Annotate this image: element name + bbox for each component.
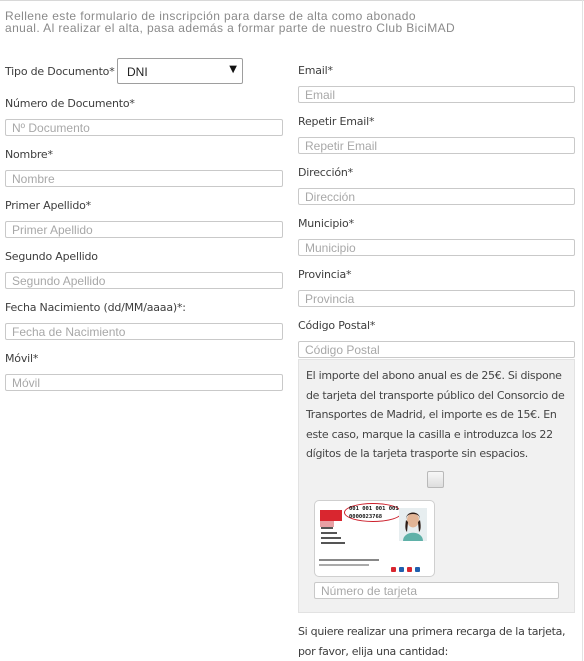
card-logo-icon — [320, 510, 342, 521]
card-number-line-1: 001 001 001 001 — [349, 506, 399, 512]
tipo-documento-label: Tipo de Documento* — [5, 65, 115, 78]
transport-card-info: El importe del abono anual es de 25€. Si… — [306, 369, 565, 460]
transport-card-image: 001 001 001 001 0000023768 — [314, 500, 435, 577]
card-text-line — [321, 532, 337, 534]
primer-apellido-label: Primer Apellido* — [5, 199, 91, 212]
nombre-label: Nombre* — [5, 148, 53, 161]
provincia-label: Provincia* — [298, 268, 352, 281]
email-input[interactable] — [298, 86, 575, 103]
codigo-postal-label: Código Postal* — [298, 319, 376, 332]
municipio-input[interactable] — [298, 239, 575, 256]
codigo-postal-input[interactable] — [298, 341, 575, 358]
card-number-input[interactable] — [314, 582, 559, 599]
municipio-label: Municipio* — [298, 217, 354, 230]
direccion-label: Dirección* — [298, 166, 353, 179]
fecha-nacimiento-input[interactable] — [5, 323, 283, 340]
chevron-down-icon: ▼ — [229, 64, 237, 75]
top-divider — [0, 0, 584, 1]
repetir-email-input[interactable] — [298, 137, 575, 154]
movil-input[interactable] — [5, 374, 283, 391]
fecha-nacimiento-label: Fecha Nacimiento (dd/MM/aaaa)*: — [5, 301, 186, 314]
card-mini-logo — [415, 567, 420, 572]
repetir-email-label: Repetir Email* — [298, 115, 375, 128]
card-text-line — [321, 542, 345, 544]
intro-text: Rellene este formulario de inscripción p… — [5, 10, 565, 34]
email-label: Email* — [298, 64, 333, 77]
numero-documento-label: Número de Documento* — [5, 97, 135, 110]
movil-label: Móvil* — [5, 352, 39, 365]
numero-documento-input[interactable] — [5, 119, 283, 136]
provincia-input[interactable] — [298, 290, 575, 307]
tipo-documento-select[interactable]: DNI ▼ — [117, 58, 243, 84]
card-text-line — [321, 527, 333, 529]
primer-apellido-input[interactable] — [5, 221, 283, 238]
tipo-documento-value: DNI — [127, 65, 148, 79]
segundo-apellido-input[interactable] — [5, 272, 283, 289]
card-mini-logo — [391, 567, 396, 572]
nombre-input[interactable] — [5, 170, 283, 187]
card-text-line — [321, 537, 341, 539]
intro-line-2: anual. Al realizar el alta, pasa además … — [5, 21, 456, 35]
transport-card-checkbox[interactable] — [427, 471, 444, 488]
right-border — [582, 0, 583, 661]
card-mini-logo — [399, 567, 404, 572]
direccion-input[interactable] — [298, 188, 575, 205]
recharge-text: Si quiere realizar una primera recarga d… — [298, 625, 566, 658]
transport-card-panel: El importe del abono anual es de 25€. Si… — [298, 359, 575, 613]
segundo-apellido-label: Segundo Apellido — [5, 250, 98, 263]
card-number-line-2: 0000023768 — [349, 514, 383, 520]
card-footer-line — [319, 564, 369, 566]
card-photo-icon — [399, 508, 427, 541]
card-footer-line — [319, 559, 379, 561]
card-mini-logo — [407, 567, 412, 572]
